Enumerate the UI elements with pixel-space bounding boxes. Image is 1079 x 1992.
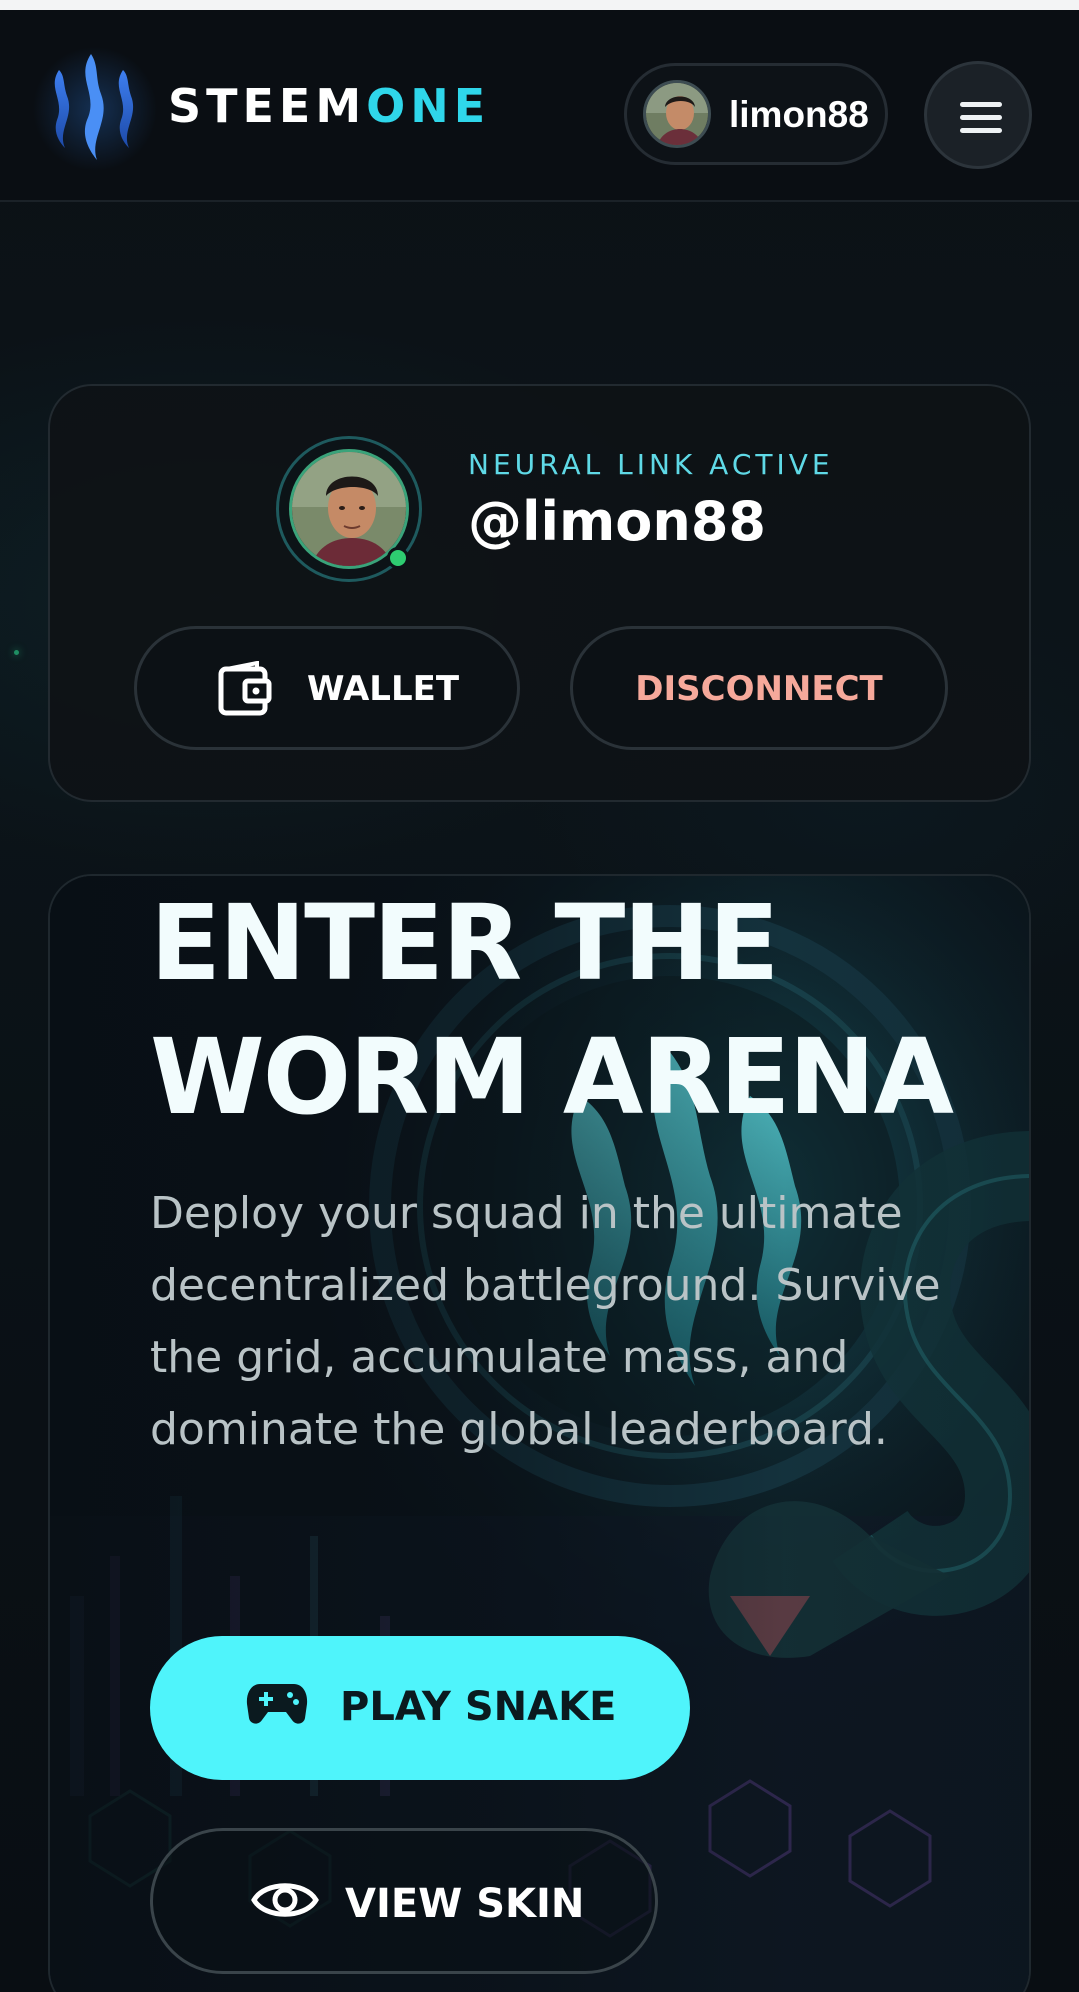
view-skin-button[interactable]: VIEW SKIN <box>150 1828 658 1974</box>
user-account-pill[interactable]: limon88 <box>624 63 888 165</box>
online-status-icon <box>387 547 409 569</box>
eye-icon <box>251 1883 319 1917</box>
hero-card: ENTER THE WORM ARENA Deploy your squad in… <box>48 874 1031 1992</box>
wallet-icon <box>218 661 272 716</box>
menu-button[interactable] <box>924 61 1032 169</box>
play-snake-button[interactable]: PLAY SNAKE <box>150 1636 690 1780</box>
play-snake-label: PLAY SNAKE <box>340 1684 617 1730</box>
steem-logo-icon[interactable] <box>25 44 165 174</box>
profile-card: NEURAL LINK ACTIVE @limon88 WALLET DISCO… <box>48 384 1031 802</box>
username-label: limon88 <box>729 94 869 135</box>
gamepad-icon <box>246 1684 308 1724</box>
profile-handle: @limon88 <box>468 490 766 553</box>
wallet-label: WALLET <box>307 669 460 709</box>
view-skin-label: VIEW SKIN <box>345 1881 585 1927</box>
app-header: STEEMONE limon88 <box>0 10 1079 202</box>
browser-top-strip <box>0 0 1079 10</box>
connection-status: NEURAL LINK ACTIVE <box>468 448 834 481</box>
hamburger-menu-icon <box>960 102 1002 107</box>
hero-title: ENTER THE WORM ARENA <box>150 882 954 1138</box>
disconnect-label: DISCONNECT <box>635 669 883 709</box>
hero-description: Deploy your squad in the ultimate decent… <box>150 1188 941 1455</box>
disconnect-button[interactable]: DISCONNECT <box>570 626 948 750</box>
avatar <box>643 80 711 148</box>
profile-avatar <box>276 436 422 582</box>
brand-name[interactable]: STEEMONE <box>168 78 490 134</box>
wallet-button[interactable]: WALLET <box>134 626 520 750</box>
decorative-dot <box>14 650 19 655</box>
